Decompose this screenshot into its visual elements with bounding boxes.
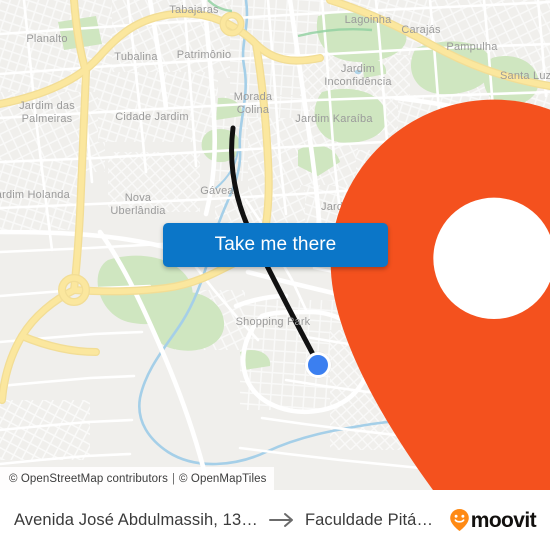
arrow-right-icon [268,512,295,528]
attribution-openmaptiles[interactable]: © OpenMapTiles [179,473,266,485]
take-me-there-label: Take me there [214,234,337,255]
attribution-osm[interactable]: © OpenStreetMap contributors [9,473,168,485]
route-summary-footer: Avenida José Abdulmassih, 135... Faculda… [0,490,550,550]
map-canvas[interactable]: Tabajaras Lagoinha Carajás Pampulha Planalto… [0,0,550,490]
destination-label: Faculdade Pitág... [304,510,437,529]
destination-dot-marker[interactable] [305,352,331,378]
map-pin-icon [330,99,550,490]
moovit-wordmark: moovit [470,508,537,532]
map-attribution: © OpenStreetMap contributors | © OpenMap… [0,467,275,490]
attribution-separator: | [171,472,176,485]
moovit-route-preview: Tabajaras Lagoinha Carajás Pampulha Planalto… [0,0,550,550]
take-me-there-button[interactable]: Take me there [163,223,388,267]
moovit-pin-icon [449,508,470,532]
moovit-logo[interactable]: moovit [449,508,537,532]
origin-label: Avenida José Abdulmassih, 135... [14,510,259,529]
origin-pin-marker[interactable] [219,88,550,490]
